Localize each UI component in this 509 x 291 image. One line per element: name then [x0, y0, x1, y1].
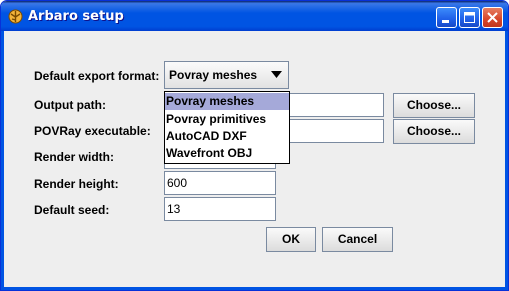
- maximize-button[interactable]: [459, 7, 480, 28]
- export-format-label: Default export format:: [34, 69, 160, 83]
- minimize-button[interactable]: [436, 7, 457, 28]
- close-icon: [487, 12, 498, 23]
- render-height-label: Render height:: [34, 177, 119, 191]
- arbaro-setup-window: Arbaro setup Default export format: Povr…: [0, 0, 509, 291]
- app-icon: [7, 8, 24, 25]
- default-seed-input[interactable]: 13: [164, 197, 276, 221]
- maximize-icon: [464, 12, 475, 23]
- dropdown-option-autocad-dxf[interactable]: AutoCAD DXF: [165, 128, 289, 145]
- dropdown-option-wavefront-obj[interactable]: Wavefront OBJ: [165, 145, 289, 162]
- cancel-button[interactable]: Cancel: [322, 227, 393, 252]
- window-border-bottom: [1, 287, 508, 290]
- export-format-select[interactable]: Povray meshes: [164, 61, 289, 89]
- window-title: Arbaro setup: [28, 9, 124, 24]
- export-format-dropdown-list: Povray meshes Povray primitives AutoCAD …: [164, 91, 290, 164]
- output-path-label: Output path:: [34, 98, 106, 112]
- export-format-value: Povray meshes: [169, 68, 258, 82]
- window-border-right: [505, 31, 508, 288]
- chevron-down-icon: [271, 71, 282, 78]
- title-bar[interactable]: Arbaro setup: [1, 1, 508, 31]
- dropdown-option-povray-primitives[interactable]: Povray primitives: [165, 111, 289, 128]
- choose-povray-executable-button[interactable]: Choose...: [393, 119, 475, 144]
- default-seed-label: Default seed:: [34, 203, 110, 217]
- close-button[interactable]: [482, 7, 503, 28]
- dialog-content: Default export format: Povray meshes Out…: [4, 31, 505, 288]
- choose-output-path-button[interactable]: Choose...: [393, 93, 475, 118]
- povray-executable-label: POVRay executable:: [34, 124, 151, 138]
- render-height-input[interactable]: 600: [164, 171, 276, 195]
- dropdown-option-povray-meshes[interactable]: Povray meshes: [165, 93, 289, 110]
- ok-button[interactable]: OK: [266, 227, 316, 252]
- output-path-input[interactable]: [287, 93, 384, 117]
- minimize-icon: [442, 20, 449, 23]
- povray-executable-input[interactable]: [287, 119, 384, 143]
- render-width-label: Render width:: [34, 150, 114, 164]
